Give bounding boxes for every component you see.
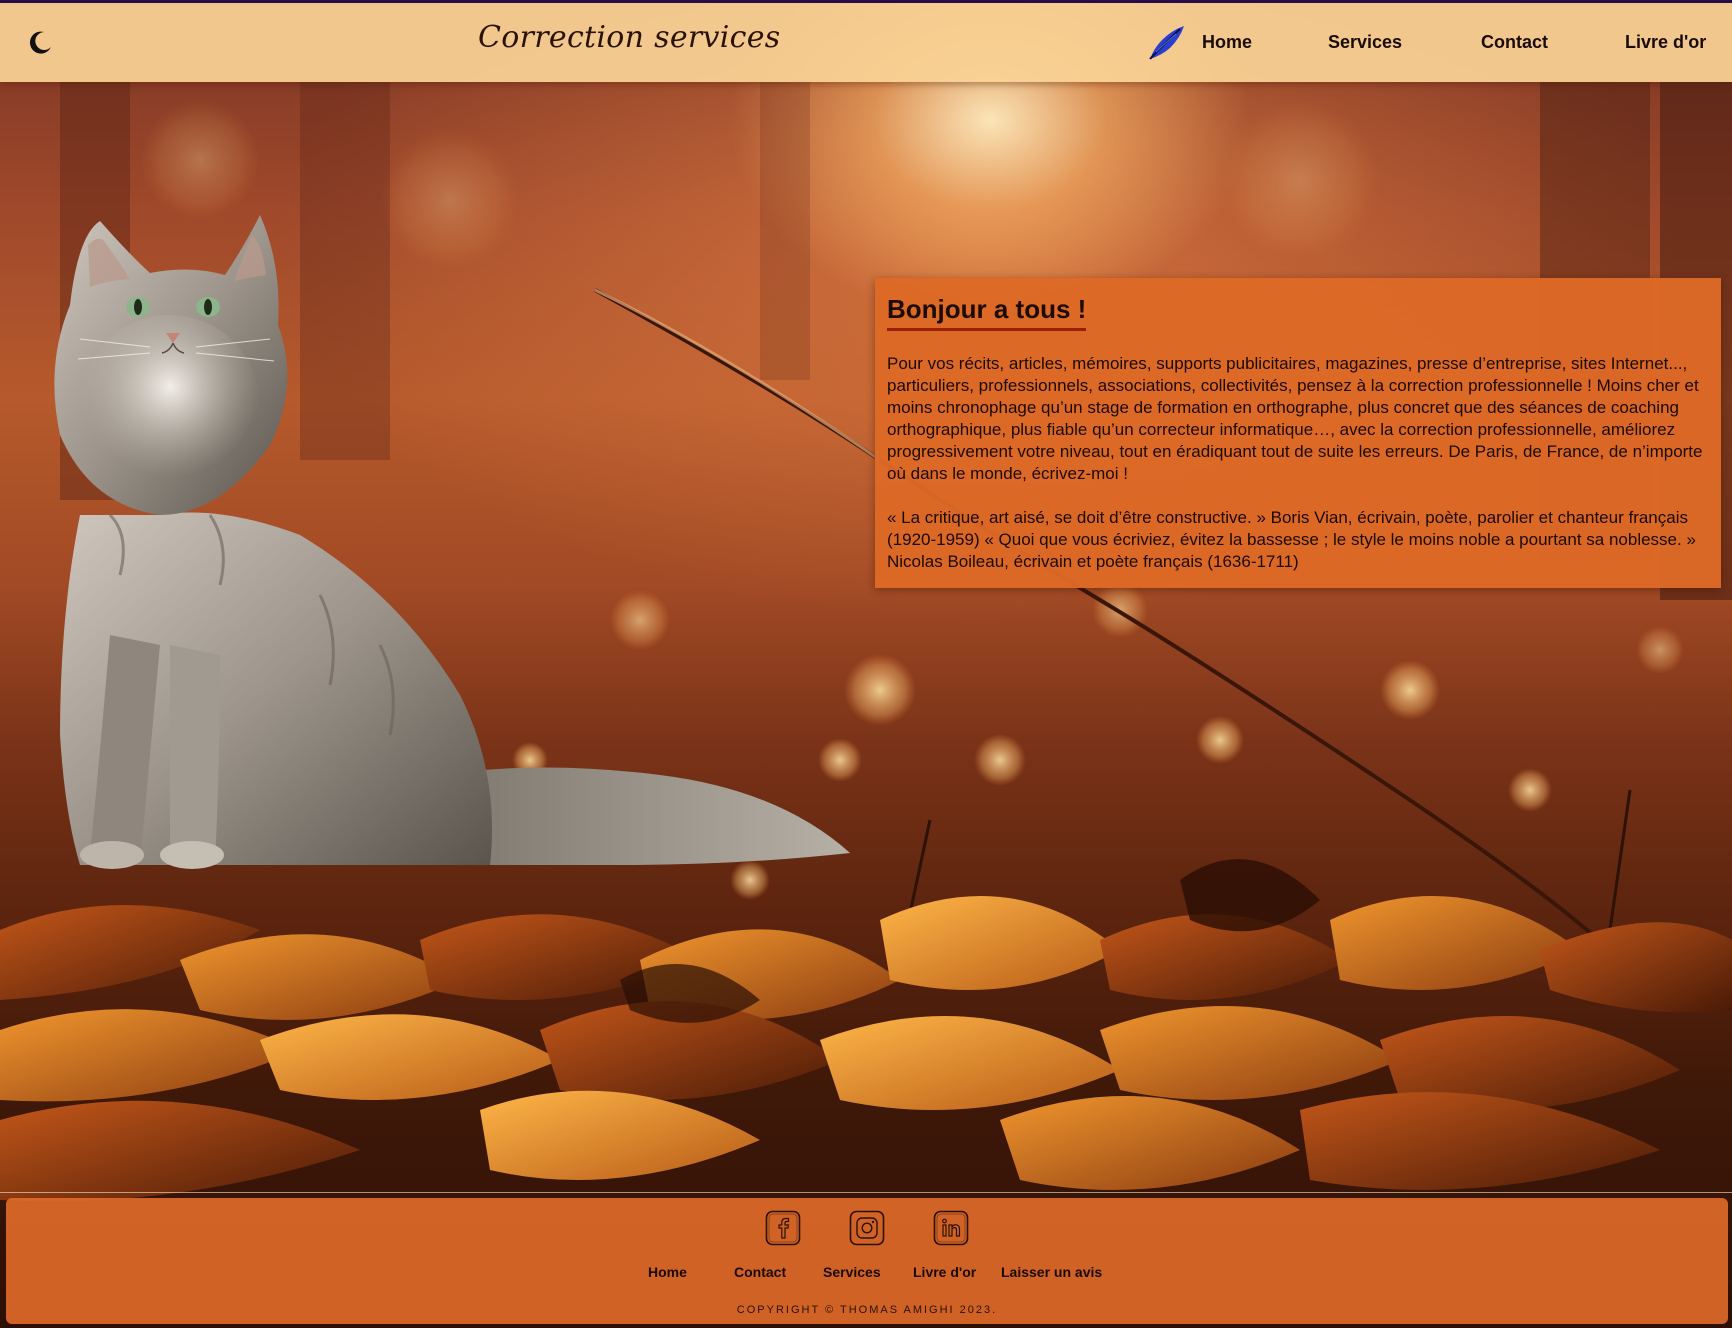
header-top-border: [0, 0, 1732, 3]
nav-contact[interactable]: Contact: [1481, 32, 1548, 53]
footer-divider: [0, 1192, 1732, 1193]
instagram-icon[interactable]: [849, 1210, 885, 1246]
site-footer: Home Contact Services Livre d'or Laisser…: [6, 1198, 1728, 1324]
site-header: Correction services Home Services Contac…: [0, 3, 1732, 82]
linkedin-icon[interactable]: [933, 1210, 969, 1246]
cat-photo: [20, 215, 860, 875]
footer-link-home[interactable]: Home: [648, 1264, 687, 1280]
footer-link-laisser-avis[interactable]: Laisser un avis: [1001, 1264, 1102, 1280]
nav-home[interactable]: Home: [1202, 32, 1252, 53]
welcome-quotes: « La critique, art aisé, se doit d’être …: [887, 508, 1696, 571]
footer-link-contact[interactable]: Contact: [734, 1264, 786, 1280]
welcome-title: Bonjour a tous !: [887, 294, 1087, 331]
copyright-text: COPYRIGHT © THOMAS AMIGHI 2023.: [736, 1304, 998, 1316]
welcome-paragraph: Pour vos récits, articles, mémoires, sup…: [887, 354, 1703, 483]
nav-services[interactable]: Services: [1328, 32, 1402, 53]
facebook-icon[interactable]: [765, 1210, 801, 1246]
welcome-card: Bonjour a tous ! Pour vos récits, articl…: [875, 278, 1721, 588]
main-nav: Home Services Contact Livre d'or: [0, 32, 1732, 58]
nav-livre-dor[interactable]: Livre d'or: [1625, 32, 1706, 53]
footer-link-livre-dor[interactable]: Livre d'or: [913, 1264, 976, 1280]
footer-link-services[interactable]: Services: [823, 1264, 881, 1280]
